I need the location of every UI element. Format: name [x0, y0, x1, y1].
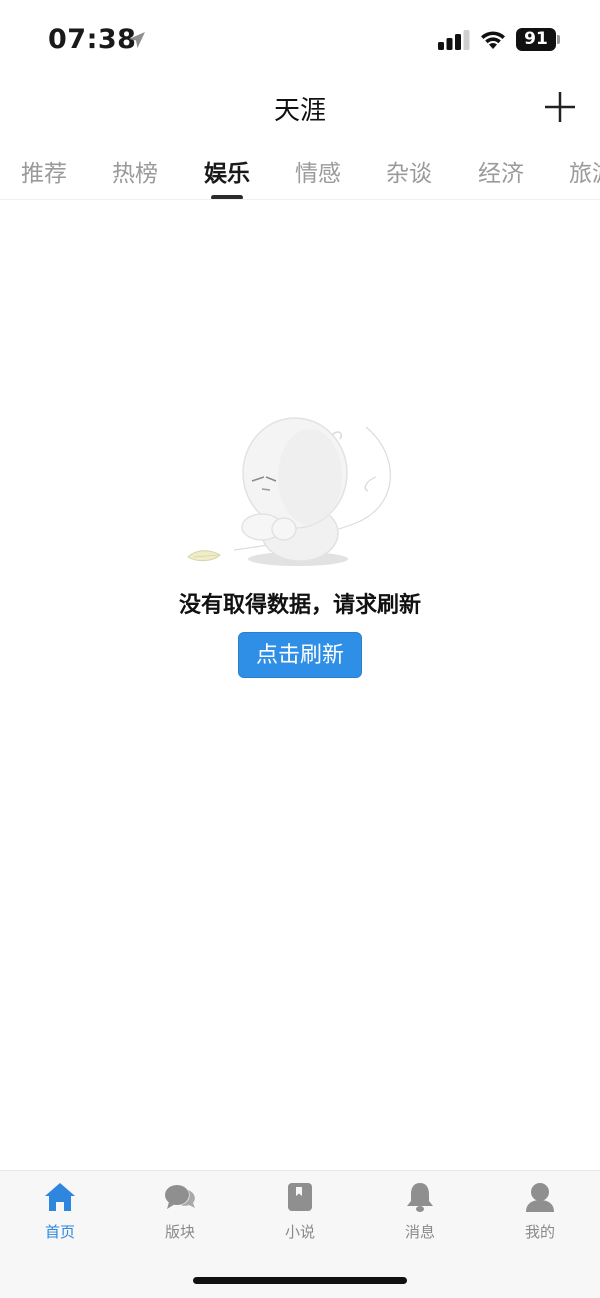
battery-level: 91: [516, 28, 556, 51]
sad-character-illustration: [187, 417, 391, 566]
category-tabs: 推荐 热榜 娱乐 情感 杂谈 经济 旅游: [0, 140, 600, 200]
nav-novels[interactable]: 小说: [240, 1181, 360, 1251]
plus-icon[interactable]: [544, 91, 576, 123]
status-time: 07:38: [48, 24, 137, 55]
tab-entertainment[interactable]: 娱乐: [204, 154, 250, 188]
cellular-signal-icon: [438, 30, 470, 50]
active-tab-indicator: [211, 195, 243, 199]
chat-bubbles-icon: [165, 1185, 195, 1209]
empty-state-message: 没有取得数据，请求刷新: [178, 593, 421, 618]
tab-chat[interactable]: 杂谈: [386, 154, 432, 188]
location-arrow-icon: [129, 32, 145, 48]
status-bar: 07:38 91: [0, 0, 600, 80]
refresh-button[interactable]: 点击刷新: [238, 632, 362, 678]
page-title: 天涯: [273, 96, 326, 126]
nav-profile-label: 我的: [524, 1223, 555, 1241]
nav-messages-label: 消息: [404, 1223, 435, 1241]
nav-messages[interactable]: 消息: [360, 1181, 480, 1251]
tab-emotion[interactable]: 情感: [295, 154, 341, 188]
home-icon: [45, 1183, 75, 1211]
nav-novels-label: 小说: [284, 1223, 315, 1241]
nav-profile[interactable]: 我的: [480, 1181, 600, 1251]
tab-hot-list[interactable]: 热榜: [112, 154, 158, 188]
nav-boards-label: 版块: [164, 1223, 195, 1241]
book-icon: [288, 1183, 312, 1211]
wifi-icon: [481, 31, 505, 49]
tab-economy[interactable]: 经济: [478, 154, 524, 188]
tab-recommend[interactable]: 推荐: [21, 154, 67, 188]
nav-home[interactable]: 首页: [0, 1181, 120, 1251]
battery-tip: [557, 35, 560, 44]
battery-icon: 91: [516, 28, 560, 51]
user-icon: [526, 1183, 554, 1212]
home-indicator: [193, 1277, 407, 1284]
nav-boards[interactable]: 版块: [120, 1181, 240, 1251]
nav-home-label: 首页: [44, 1223, 75, 1241]
bell-icon: [407, 1183, 433, 1212]
title-bar: 天涯: [0, 80, 600, 140]
tab-travel[interactable]: 旅游: [569, 154, 600, 188]
